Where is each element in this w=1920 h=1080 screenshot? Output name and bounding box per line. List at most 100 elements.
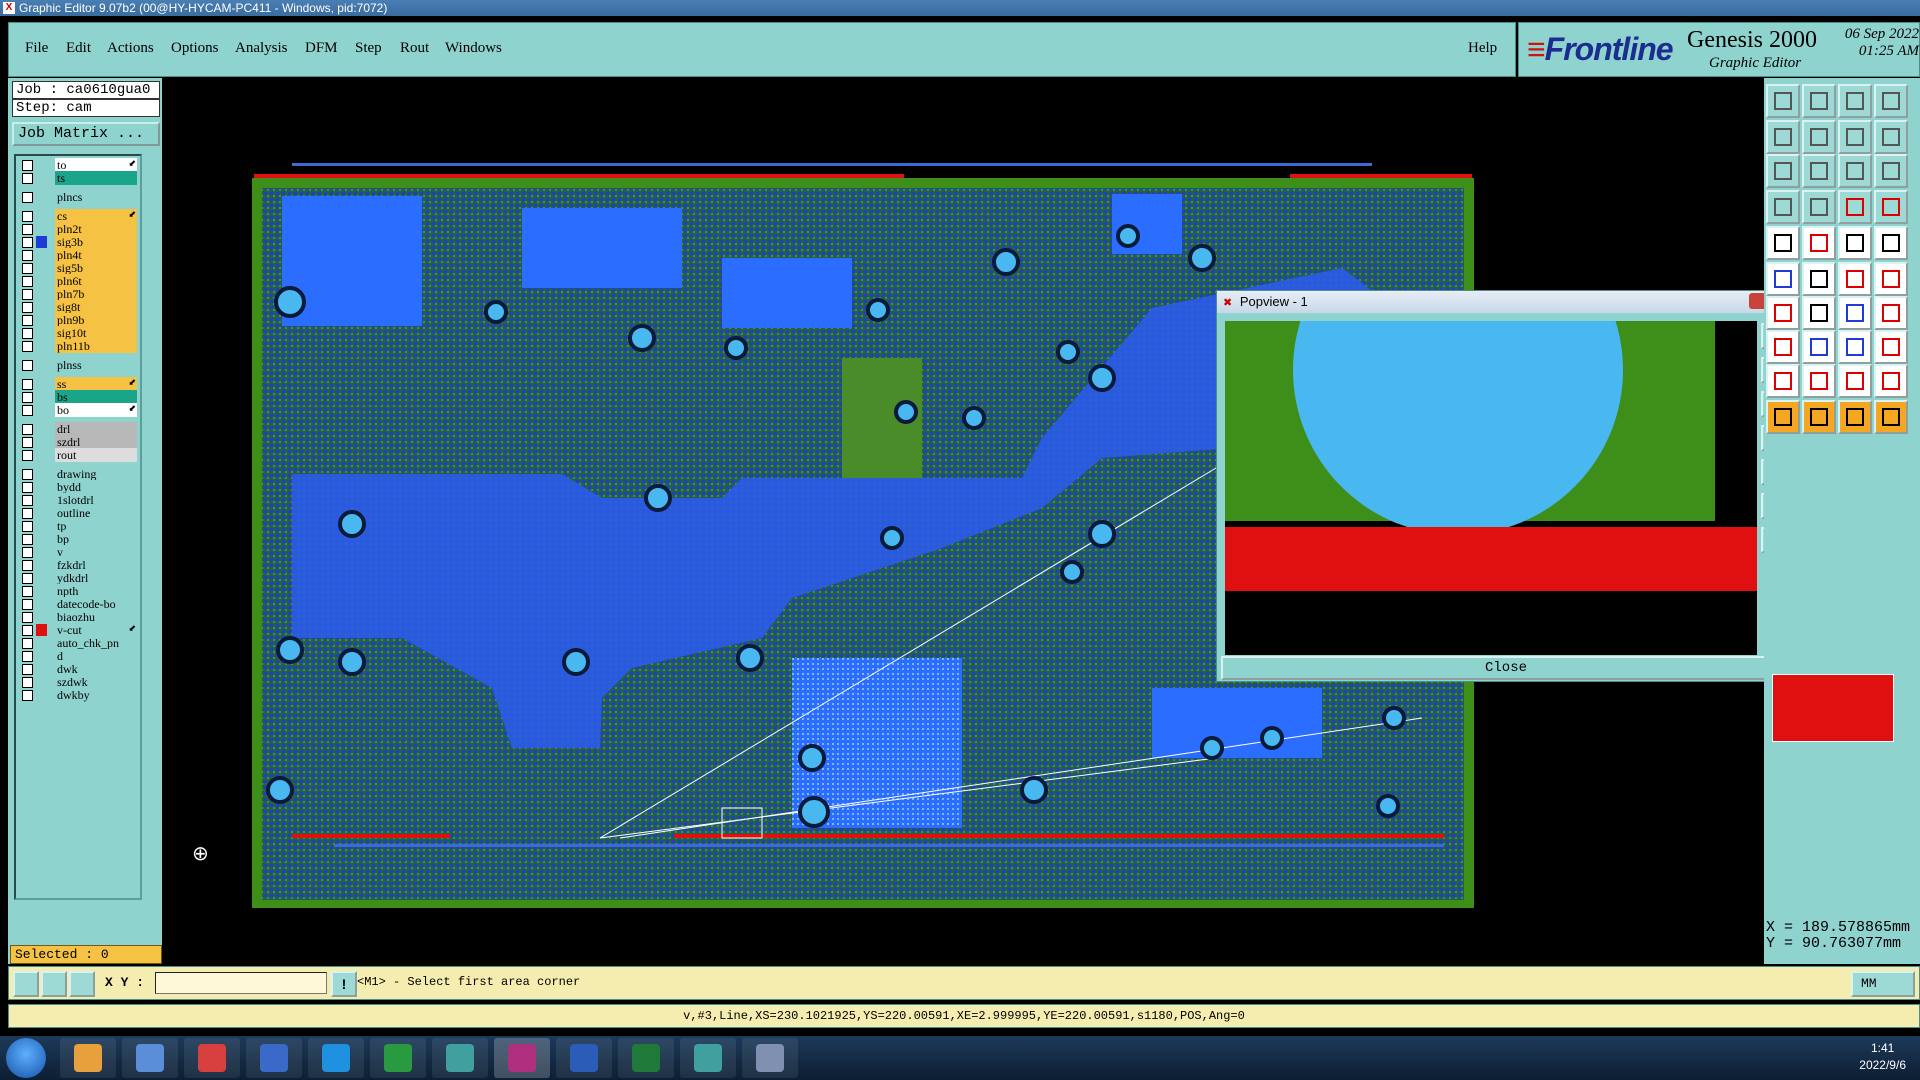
layer-checkbox[interactable] — [22, 560, 33, 571]
measure-icon[interactable] — [41, 971, 67, 997]
home-icon[interactable] — [1838, 84, 1872, 118]
layer-checkbox[interactable] — [22, 677, 33, 688]
layer-name[interactable]: dwkby — [55, 688, 137, 702]
route-icon[interactable] — [1802, 262, 1836, 296]
layer-checkbox[interactable] — [22, 534, 33, 545]
menu-help[interactable]: Help — [1468, 40, 1497, 57]
layer-name[interactable]: dwk — [55, 662, 137, 676]
line-icon[interactable] — [1766, 296, 1800, 330]
menu-rout[interactable]: Rout — [400, 40, 429, 57]
layer-row-pln7b[interactable]: pln7b — [16, 287, 140, 301]
polygon-icon[interactable] — [1838, 296, 1872, 330]
layer-checkbox[interactable] — [22, 302, 33, 313]
save-job-icon[interactable] — [1802, 84, 1836, 118]
layer-checkbox[interactable] — [22, 625, 33, 636]
popview-title-bar[interactable]: ✖ Popview - 1 ✕ — [1217, 291, 1795, 313]
taskbar-app-red-icon[interactable] — [184, 1038, 240, 1078]
layer-name[interactable]: datecode-bo — [55, 597, 137, 611]
layer-row-bs[interactable]: bs — [16, 390, 140, 404]
taskbar-app-excel-icon[interactable] — [618, 1038, 674, 1078]
layer-row-drl[interactable]: drl — [16, 422, 140, 436]
layer-row-bydd[interactable]: bydd — [16, 480, 140, 494]
layer-checkbox[interactable] — [22, 192, 33, 203]
system-clock[interactable]: 1:41 2022/9/6 — [1859, 1040, 1906, 1074]
layer-checkbox[interactable] — [22, 651, 33, 662]
highlight-icon[interactable] — [1874, 400, 1908, 434]
layer-name[interactable]: bydd — [55, 480, 137, 494]
layer-row-sig5b[interactable]: sig5b — [16, 261, 140, 275]
layer-row-to[interactable]: to ⬋ — [16, 158, 140, 172]
layer-checkbox[interactable] — [22, 638, 33, 649]
scale-icon[interactable] — [1874, 190, 1908, 224]
layer-checkbox[interactable] — [22, 573, 33, 584]
layer-checkbox[interactable] — [22, 405, 33, 416]
layer-checkbox[interactable] — [22, 424, 33, 435]
layer-row-auto_chk_pn[interactable]: auto_chk_pn — [16, 636, 140, 650]
layer-checkbox[interactable] — [22, 612, 33, 623]
menu-edit[interactable]: Edit — [66, 40, 91, 57]
layer-checkbox[interactable] — [22, 315, 33, 326]
layer-checkbox[interactable] — [22, 289, 33, 300]
layer-checkbox[interactable] — [22, 328, 33, 339]
lasso-icon[interactable] — [1802, 400, 1836, 434]
layer-checkbox[interactable] — [22, 392, 33, 403]
layer-row-dwkby[interactable]: dwkby — [16, 688, 140, 702]
layer-name[interactable]: tp — [55, 519, 137, 533]
orange-select-icon[interactable] — [1838, 400, 1872, 434]
layer-name[interactable]: pln6t — [55, 274, 137, 288]
popview-close-button[interactable]: Close — [1221, 656, 1791, 680]
taskbar-app-shell-icon[interactable] — [60, 1038, 116, 1078]
layers-icon[interactable] — [1838, 190, 1872, 224]
layer-row-szdwk[interactable]: szdwk — [16, 675, 140, 689]
layer-name[interactable]: v-cut — [55, 623, 137, 637]
layer-name[interactable]: rout — [55, 448, 137, 462]
menu-dfm[interactable]: DFM — [305, 40, 338, 57]
layer-name[interactable]: sig8t — [55, 300, 137, 314]
start-button-icon[interactable] — [6, 1038, 46, 1078]
layer-name[interactable]: bp — [55, 532, 137, 546]
point-icon[interactable] — [1874, 226, 1908, 260]
layer-checkbox[interactable] — [22, 276, 33, 287]
import-icon[interactable] — [1766, 120, 1800, 154]
layer-checkbox[interactable] — [22, 237, 33, 248]
layer-name[interactable]: cs — [55, 209, 137, 223]
layer-name[interactable]: bs — [55, 390, 137, 404]
layer-row-tp[interactable]: tp — [16, 519, 140, 533]
menu-options[interactable]: Options — [171, 40, 219, 57]
layer-name[interactable]: pln9b — [55, 313, 137, 327]
layer-row-bo[interactable]: bo ⬋ — [16, 403, 140, 417]
mark-b-icon[interactable] — [1802, 364, 1836, 398]
ratio-icon[interactable] — [1838, 154, 1872, 188]
layer-row-dwk[interactable]: dwk — [16, 662, 140, 676]
grid-view-icon[interactable] — [1802, 190, 1836, 224]
layer-checkbox[interactable] — [22, 521, 33, 532]
layer-name[interactable]: 1slotdrl — [55, 493, 137, 507]
copy-icon[interactable] — [1874, 330, 1908, 364]
layer-checkbox[interactable] — [22, 495, 33, 506]
layer-checkbox[interactable] — [22, 450, 33, 461]
layer-row-sig10t[interactable]: sig10t — [16, 326, 140, 340]
layer-row-v-cut[interactable]: v-cut ⬋ — [16, 623, 140, 637]
layer-name[interactable]: szdwk — [55, 675, 137, 689]
layer-row-datecode-bo[interactable]: datecode-bo — [16, 597, 140, 611]
layer-name[interactable]: npth — [55, 584, 137, 598]
measure-angle-icon[interactable] — [1802, 226, 1836, 260]
layer-name[interactable]: ss — [55, 377, 137, 391]
layer-row-fzkdrl[interactable]: fzkdrl — [16, 558, 140, 572]
help-icon[interactable] — [1874, 154, 1908, 188]
layer-row-d[interactable]: d — [16, 649, 140, 663]
layer-name[interactable]: pln7b — [55, 287, 137, 301]
layer-name[interactable]: ts — [55, 171, 137, 185]
popview-canvas[interactable] — [1225, 321, 1757, 655]
mark-c-icon[interactable] — [1838, 364, 1872, 398]
unit-selector[interactable]: MM — [1851, 971, 1915, 997]
layer-row-plncs[interactable]: plncs — [16, 190, 140, 204]
layer-name[interactable]: drl — [55, 422, 137, 436]
layer-row-v[interactable]: v — [16, 545, 140, 559]
split-icon[interactable] — [1874, 120, 1908, 154]
layer-row-pln2t[interactable]: pln2t — [16, 222, 140, 236]
layer-checkbox[interactable] — [22, 547, 33, 558]
alert-icon[interactable]: ! — [331, 971, 357, 997]
layer-checkbox[interactable] — [22, 160, 33, 171]
layer-name[interactable]: pln4t — [55, 248, 137, 262]
